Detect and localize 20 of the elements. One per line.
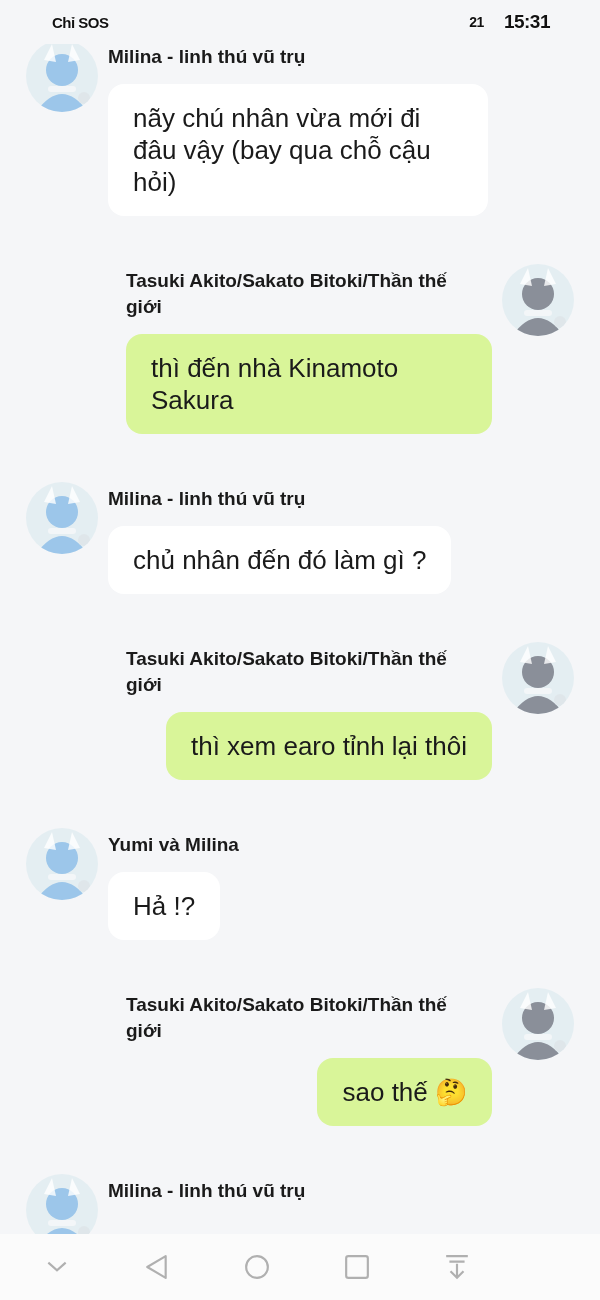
sender-name: Milina - linh thú vũ trụ (108, 45, 306, 69)
notification-count: 21 (469, 14, 484, 30)
pull-down-icon[interactable] (444, 1254, 470, 1280)
back-icon[interactable] (144, 1254, 170, 1280)
sender-name: Tasuki Akito/Sakato Bitoki/Thần thế giới (126, 269, 448, 319)
recent-apps-icon[interactable] (344, 1254, 370, 1280)
message-bubble[interactable]: thì xem earo tỉnh lại thôi (165, 712, 492, 780)
sender-name: Tasuki Akito/Sakato Bitoki/Thần thế giới (126, 647, 448, 697)
clock-time: 15:31 (503, 11, 550, 33)
home-icon[interactable] (244, 1254, 270, 1280)
sender-name: Milina - linh thú vũ trụ (108, 487, 306, 511)
sender-name: Milina - linh thú vũ trụ (108, 1179, 306, 1203)
sender-name: Yumi và Milina (108, 833, 239, 857)
message-bubble[interactable]: sao thế 🤔 (317, 1058, 492, 1126)
message-bubble[interactable]: thì đến nhà Kinamoto Sakura (126, 334, 492, 434)
sender-name: Tasuki Akito/Sakato Bitoki/Thần thế giới (126, 993, 448, 1043)
carrier-text: Chỉ SOS (52, 13, 109, 31)
message-bubble[interactable]: nãy chú nhân vừa mới đi đâu vậy (bay qua chỗ cậu hỏi) (108, 84, 488, 216)
message-bubble[interactable]: chủ nhân đến đó làm gì ? (108, 526, 452, 594)
message-bubble[interactable]: Hả !? (108, 872, 221, 940)
